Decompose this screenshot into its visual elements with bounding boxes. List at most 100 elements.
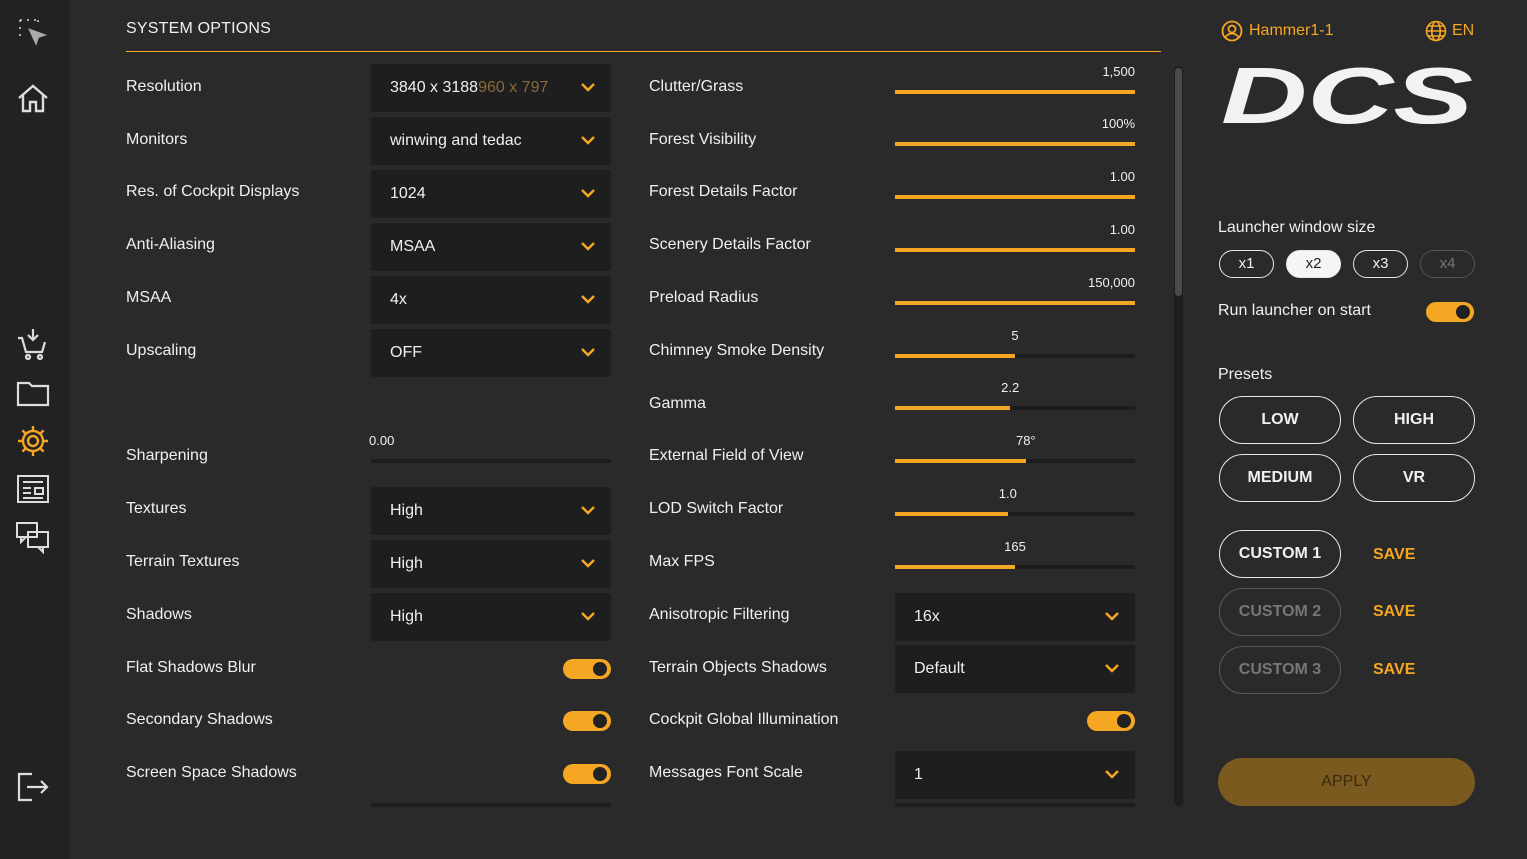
messages-font-scale-dropdown[interactable]: 1 [895, 751, 1135, 799]
preset-vr-button[interactable]: VR [1353, 454, 1475, 502]
clutter-label: Clutter/Grass [649, 78, 744, 95]
save-custom2-button[interactable]: SAVE [1373, 603, 1415, 621]
sharpening-slider[interactable]: 0.00 [369, 433, 611, 463]
chimney-smoke-label: Chimney Smoke Density [649, 342, 825, 359]
anti-aliasing-value: MSAA [390, 238, 436, 255]
shadows-dropdown[interactable]: High [371, 593, 611, 641]
textures-dropdown[interactable]: High [371, 487, 611, 535]
logo-text: DCS [1221, 60, 1473, 130]
window-size-x3[interactable]: x3 [1353, 250, 1408, 278]
preset-high-button[interactable]: HIGH [1353, 396, 1475, 444]
preload-radius-label: Preload Radius [649, 289, 759, 306]
presets-label: Presets [1218, 366, 1273, 383]
slider-value: 2.2 [1001, 380, 1020, 395]
gear-icon[interactable] [14, 422, 52, 460]
anti-aliasing-dropdown[interactable]: MSAA [371, 223, 611, 271]
preset-custom1-button[interactable]: CUSTOM 1 [1219, 530, 1341, 578]
upscaling-dropdown[interactable]: OFF [371, 329, 611, 377]
forest-visibility-slider[interactable]: 100% [895, 116, 1135, 146]
forest-details-label: Forest Details Factor [649, 183, 798, 200]
scenery-details-label: Scenery Details Factor [649, 236, 811, 253]
logout-icon[interactable] [14, 768, 52, 806]
preset-custom3-button[interactable]: CUSTOM 3 [1219, 646, 1341, 694]
slider-value: 165 [1004, 539, 1026, 554]
download-cart-icon[interactable] [14, 326, 52, 364]
scenery-details-slider[interactable]: 1.00 [895, 222, 1135, 252]
flat-shadows-blur-label: Flat Shadows Blur [126, 659, 256, 676]
chevron-down-icon [581, 295, 595, 304]
toggle-knob [593, 662, 607, 676]
preset-medium-button[interactable]: MEDIUM [1219, 454, 1341, 502]
window-size-x4[interactable]: x4 [1420, 250, 1475, 278]
textures-label: Textures [126, 500, 187, 517]
user-name: Hammer1-1 [1249, 22, 1334, 39]
resolution-value: 3840 x 3188 [390, 79, 479, 96]
chevron-down-icon [1105, 770, 1119, 779]
user-account[interactable]: Hammer1-1 [1221, 20, 1333, 42]
anisotropic-value: 16x [914, 608, 940, 625]
preset-low-button[interactable]: LOW [1219, 396, 1341, 444]
preset-custom2-button[interactable]: CUSTOM 2 [1219, 588, 1341, 636]
chevron-down-icon [581, 136, 595, 145]
terrain-objects-shadows-label: Terrain Objects Shadows [649, 659, 827, 676]
textures-value: High [390, 502, 423, 519]
gamma-slider[interactable]: 2.2 [895, 380, 1135, 410]
forest-visibility-label: Forest Visibility [649, 131, 757, 148]
chevron-down-icon [581, 242, 595, 251]
window-size-x2[interactable]: x2 [1286, 250, 1341, 278]
max-fps-slider[interactable]: 165 [895, 539, 1135, 569]
chevron-down-icon [581, 506, 595, 515]
language-selector[interactable]: EN [1425, 20, 1474, 42]
toggle-knob [1117, 714, 1131, 728]
anisotropic-label: Anisotropic Filtering [649, 606, 790, 623]
window-size-x1[interactable]: x1 [1219, 250, 1274, 278]
language-code: EN [1452, 22, 1475, 39]
lod-switch-slider[interactable]: 1.0 [895, 486, 1135, 516]
cockpit-res-dropdown[interactable]: 1024 [371, 170, 611, 218]
scrollbar-thumb[interactable] [1175, 68, 1182, 296]
user-icon [1221, 20, 1243, 42]
news-icon[interactable] [14, 470, 52, 508]
terrain-objects-shadows-value: Default [914, 660, 965, 677]
msaa-label: MSAA [126, 289, 172, 306]
forest-details-slider[interactable]: 1.00 [895, 169, 1135, 199]
terrain-objects-shadows-dropdown[interactable]: Default [895, 645, 1135, 693]
select-icon[interactable] [14, 14, 52, 52]
msaa-dropdown[interactable]: 4x [371, 276, 611, 324]
icon-rail [0, 0, 69, 859]
screen-space-shadows-toggle[interactable] [563, 764, 611, 784]
secondary-shadows-label: Secondary Shadows [126, 711, 273, 728]
home-icon[interactable] [14, 80, 52, 118]
chevron-down-icon [1105, 664, 1119, 673]
secondary-shadows-toggle[interactable] [563, 711, 611, 731]
slider-fill [895, 459, 1026, 463]
slider-value: 1,500 [1102, 64, 1135, 79]
slider-fill [895, 195, 1135, 199]
terrain-textures-dropdown[interactable]: High [371, 540, 611, 588]
save-custom3-button[interactable]: SAVE [1373, 661, 1415, 679]
preload-radius-slider[interactable]: 150,000 [895, 275, 1135, 305]
save-custom1-button[interactable]: SAVE [1373, 546, 1415, 564]
cockpit-gi-toggle[interactable] [1087, 711, 1135, 731]
chimney-smoke-slider[interactable]: 5 [895, 328, 1135, 358]
slider-value: 1.0 [998, 486, 1017, 501]
monitors-dropdown[interactable]: winwing and tedac [371, 117, 611, 165]
resolution-ghost-value: 960 x 797 [478, 79, 549, 96]
folder-icon[interactable] [14, 374, 52, 412]
chat-icon[interactable] [14, 518, 52, 556]
resolution-dropdown[interactable]: 3840 x 3188960 x 797 [371, 64, 611, 112]
clutter-slider[interactable]: 1,500 [895, 64, 1135, 94]
apply-button[interactable]: APPLY [1218, 758, 1475, 806]
run-on-start-toggle[interactable] [1426, 302, 1474, 322]
lod-switch-label: LOD Switch Factor [649, 500, 784, 517]
anisotropic-dropdown[interactable]: 16x [895, 593, 1135, 641]
chevron-down-icon [581, 189, 595, 198]
screen-space-shadows-label: Screen Space Shadows [126, 764, 297, 781]
flat-shadows-blur-toggle[interactable] [563, 659, 611, 679]
slider-fill [895, 354, 1015, 358]
external-fov-slider[interactable]: 78° [895, 433, 1135, 463]
anti-aliasing-label: Anti-Aliasing [126, 236, 215, 253]
slider-fill [895, 512, 1008, 516]
settings-scrollbar[interactable] [1174, 66, 1183, 806]
chevron-down-icon [581, 612, 595, 621]
